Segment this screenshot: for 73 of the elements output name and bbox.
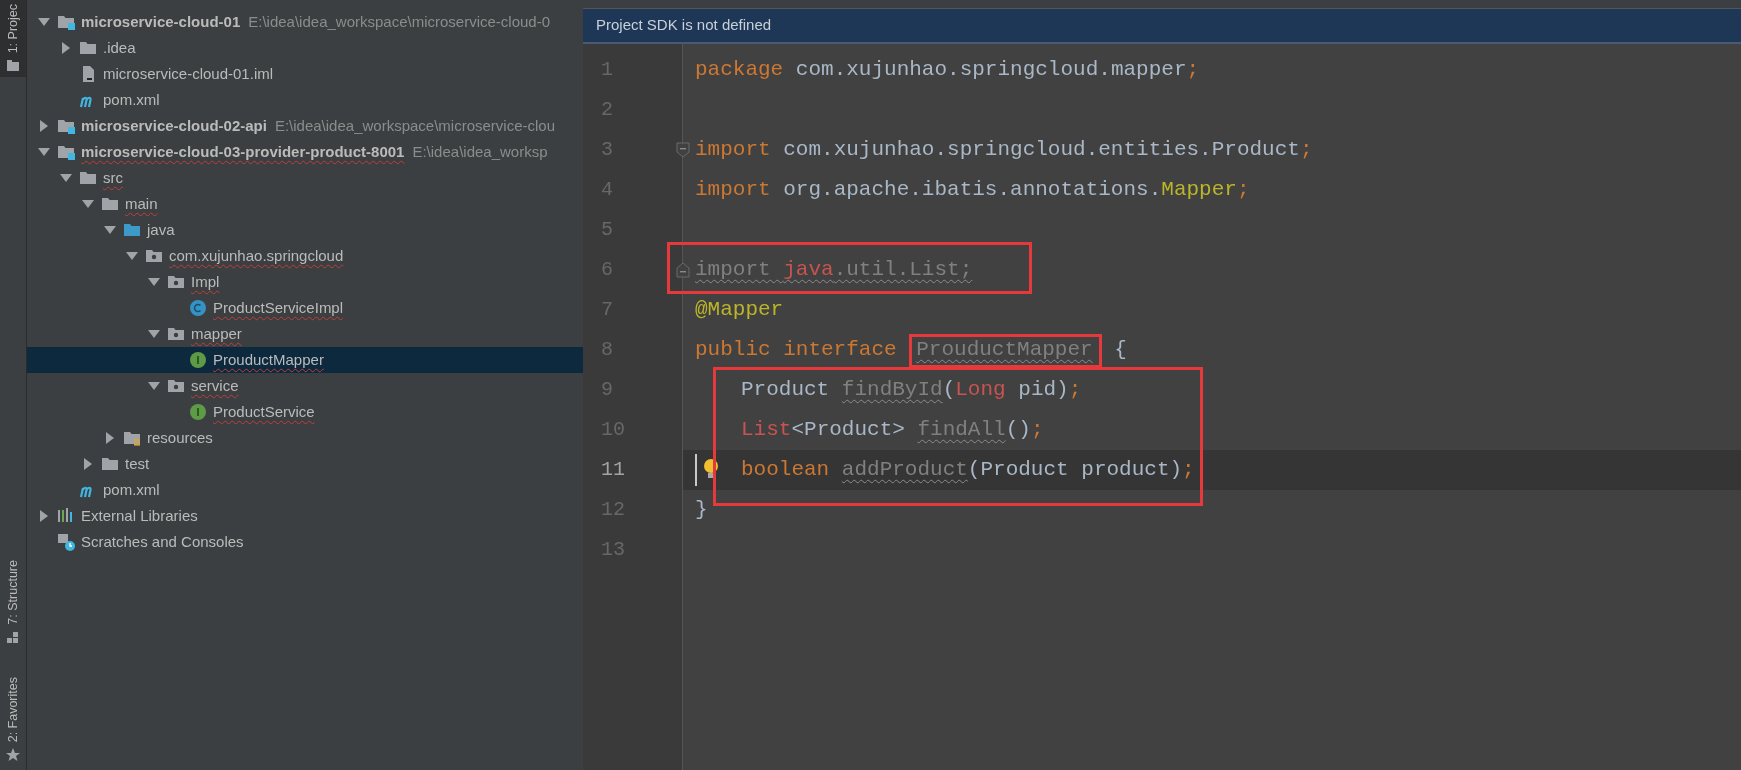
tree-item[interactable]: pom.xml (27, 477, 583, 503)
structure-icon (6, 630, 20, 645)
tree-item[interactable]: test (27, 451, 583, 477)
folder-icon (101, 195, 119, 213)
expanded-arrow-icon (59, 173, 73, 183)
code-line: @Mapper (695, 298, 784, 322)
code-line: } (695, 498, 708, 522)
interface-icon (189, 403, 207, 421)
code-line: import java.util.List; (695, 258, 973, 282)
collapsed-arrow-icon (61, 41, 71, 55)
expanded-arrow-icon (125, 251, 139, 261)
tree-item[interactable]: com.xujunhao.springcloud (27, 243, 583, 269)
code-line: Product findById(Long pid); (741, 378, 1082, 402)
collapsed-arrow-icon (105, 431, 115, 445)
tree-item[interactable]: ProductService (27, 399, 583, 425)
folder-icon (101, 455, 119, 473)
module-folder-icon (57, 117, 75, 135)
tree-item[interactable]: java (27, 217, 583, 243)
folder-icon (79, 39, 97, 57)
module-folder-icon (57, 143, 75, 161)
source-folder-icon (123, 221, 141, 239)
line-number: 11 (601, 458, 625, 481)
folder-icon (6, 59, 20, 74)
module-folder-icon (57, 13, 75, 31)
tool-window-button[interactable]: 1: Projec (0, 0, 26, 78)
interface-icon (189, 351, 207, 369)
collapsed-arrow-icon (83, 457, 93, 471)
tree-item[interactable]: main (27, 191, 583, 217)
tree-item[interactable]: Impl (27, 269, 583, 295)
code-line: import com.xujunhao.springcloud.entities.Product; (695, 138, 1313, 162)
tree-item[interactable]: ProductServiceImpl (27, 295, 583, 321)
tree-item[interactable]: microservice-cloud-01.iml (27, 61, 583, 87)
tree-item[interactable]: Scratches and Consoles (27, 529, 583, 555)
package-icon (167, 325, 185, 343)
lightbulb-icon (703, 458, 719, 480)
tool-window-button[interactable]: 7: Structure (0, 556, 26, 649)
tool-window-button[interactable]: 2: Favorites (0, 672, 26, 766)
code-line: package com.xujunhao.springcloud.mapper; (695, 58, 1200, 82)
package-icon (167, 273, 185, 291)
expanded-arrow-icon (147, 277, 161, 287)
tree-item[interactable]: microservice-cloud-01 E:\idea\idea_workspace\microservice-cloud-0 (27, 9, 583, 35)
notification-banner: Project SDK is not defined (583, 9, 1741, 44)
package-icon (167, 377, 185, 395)
expanded-arrow-icon (37, 17, 51, 27)
expanded-arrow-icon (147, 381, 161, 391)
expanded-arrow-icon (37, 147, 51, 157)
expanded-arrow-icon (147, 329, 161, 339)
package-icon (145, 247, 163, 265)
tree-item[interactable]: resources (27, 425, 583, 451)
scratches-icon (57, 533, 75, 551)
collapsed-arrow-icon (39, 119, 49, 133)
tree-item[interactable]: ProuductMapper (27, 347, 583, 373)
star-icon (6, 748, 20, 762)
tree-item[interactable]: .idea (27, 35, 583, 61)
collapsed-arrow-icon (39, 509, 49, 523)
expanded-arrow-icon (103, 225, 117, 235)
code-line: import org.apache.ibatis.annotations.Mapper; (695, 178, 1250, 202)
tree-item[interactable]: mapper (27, 321, 583, 347)
libraries-icon (57, 507, 75, 525)
expanded-arrow-icon (81, 199, 95, 209)
folder-icon (79, 169, 97, 187)
code-line: public interface ProuductMapper { (695, 338, 1127, 362)
tree-item[interactable]: microservice-cloud-02-api E:\idea\idea_workspace\microservice-clou (27, 113, 583, 139)
tree-item[interactable]: External Libraries (27, 503, 583, 529)
tree-item[interactable]: pom.xml (27, 87, 583, 113)
resources-folder-icon (123, 429, 141, 447)
class-icon (189, 299, 207, 317)
tree-item[interactable]: microservice-cloud-03-provider-product-8001 E:\idea\idea_worksp (27, 139, 583, 165)
text-cursor (695, 454, 697, 486)
tree-item[interactable]: src (27, 165, 583, 191)
tree-item[interactable]: service (27, 373, 583, 399)
code-line: List<Product> findAll(); (741, 418, 1044, 442)
code-line: boolean addProduct(Product product); (741, 458, 1195, 482)
